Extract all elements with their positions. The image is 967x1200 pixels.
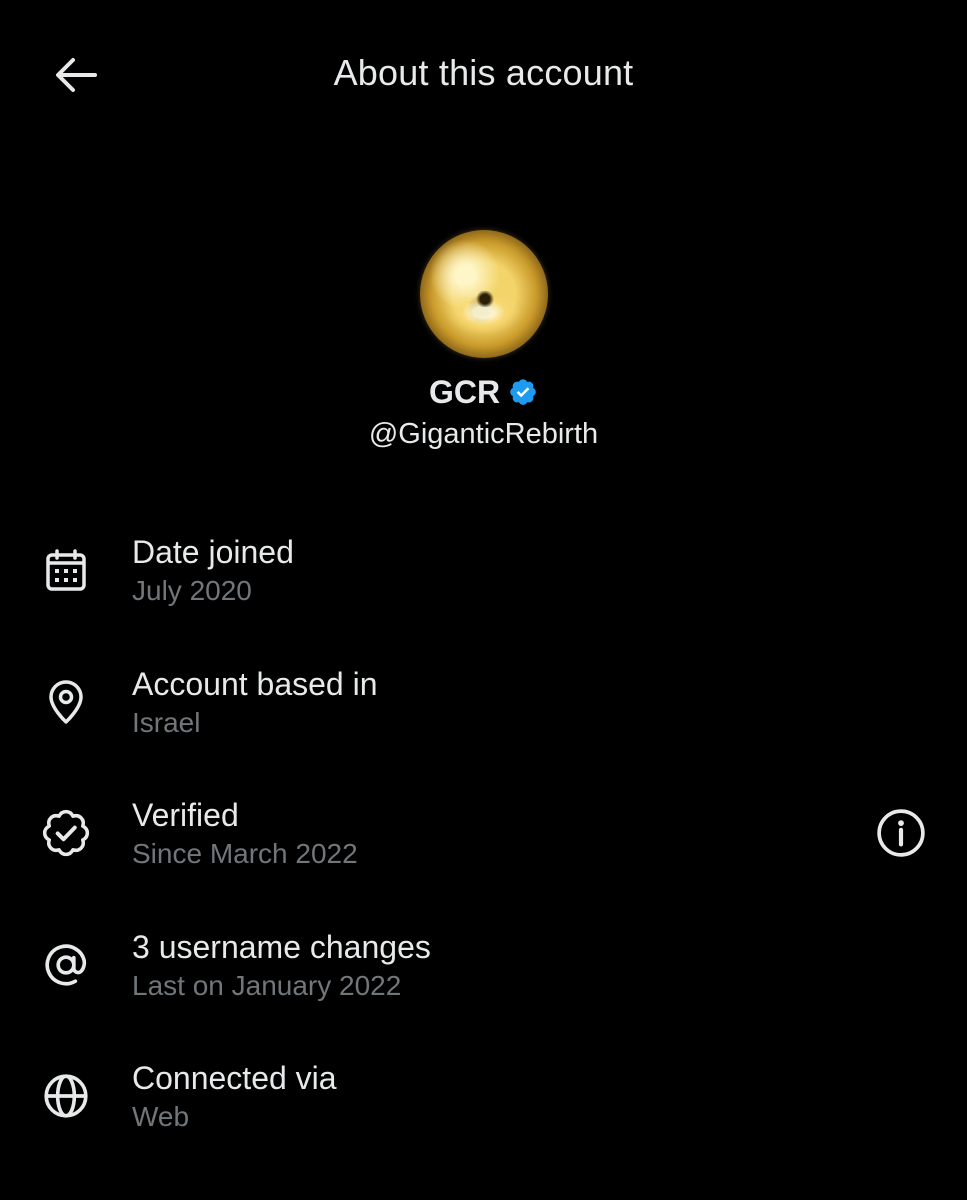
detail-text: Account based in Israel — [132, 664, 378, 742]
detail-row-verified: Verified Since March 2022 — [0, 795, 967, 927]
detail-text: Connected via Web — [132, 1058, 337, 1136]
detail-label: Date joined — [132, 534, 294, 570]
username-handle: @GiganticRebirth — [368, 418, 599, 450]
detail-text: 3 username changes Last on January 2022 — [132, 927, 431, 1005]
display-name: GCR — [428, 373, 501, 410]
top-bar: About this account — [0, 0, 967, 150]
name-row: GCR — [0, 368, 967, 416]
detail-row-date-joined: Date joined July 2020 — [0, 532, 967, 664]
location-pin-icon — [38, 674, 94, 730]
detail-row-username-changes: 3 username changes Last on January 2022 — [0, 927, 967, 1059]
verified-badge-outline-icon — [38, 805, 94, 861]
profile-summary: GCR @GiganticRebirth — [0, 230, 967, 451]
detail-value: Web — [132, 1101, 190, 1132]
page-title: About this account — [333, 52, 634, 93]
detail-row-connected-via: Connected via Web — [0, 1058, 967, 1190]
info-icon — [877, 809, 925, 857]
detail-label: 3 username changes — [132, 928, 431, 965]
detail-label: Connected via — [132, 1060, 337, 1096]
detail-text: Date joined July 2020 — [132, 532, 294, 610]
detail-text: Verified Since March 2022 — [132, 795, 358, 873]
detail-value: Since March 2022 — [132, 838, 358, 869]
globe-icon — [38, 1068, 94, 1124]
detail-value: July 2020 — [132, 575, 252, 606]
account-details-list: Date joined July 2020 Account based in I… — [0, 532, 967, 1190]
verified-info-button[interactable] — [872, 804, 930, 862]
verified-badge-icon — [510, 379, 536, 405]
detail-value: Last on January 2022 — [132, 969, 402, 1001]
calendar-icon — [38, 542, 94, 598]
at-sign-icon — [38, 937, 94, 993]
detail-label: Account based in — [132, 665, 378, 702]
detail-value: Israel — [132, 706, 201, 738]
detail-label: Verified — [132, 797, 239, 833]
detail-row-account-based-in: Account based in Israel — [0, 664, 967, 796]
avatar — [419, 230, 548, 358]
